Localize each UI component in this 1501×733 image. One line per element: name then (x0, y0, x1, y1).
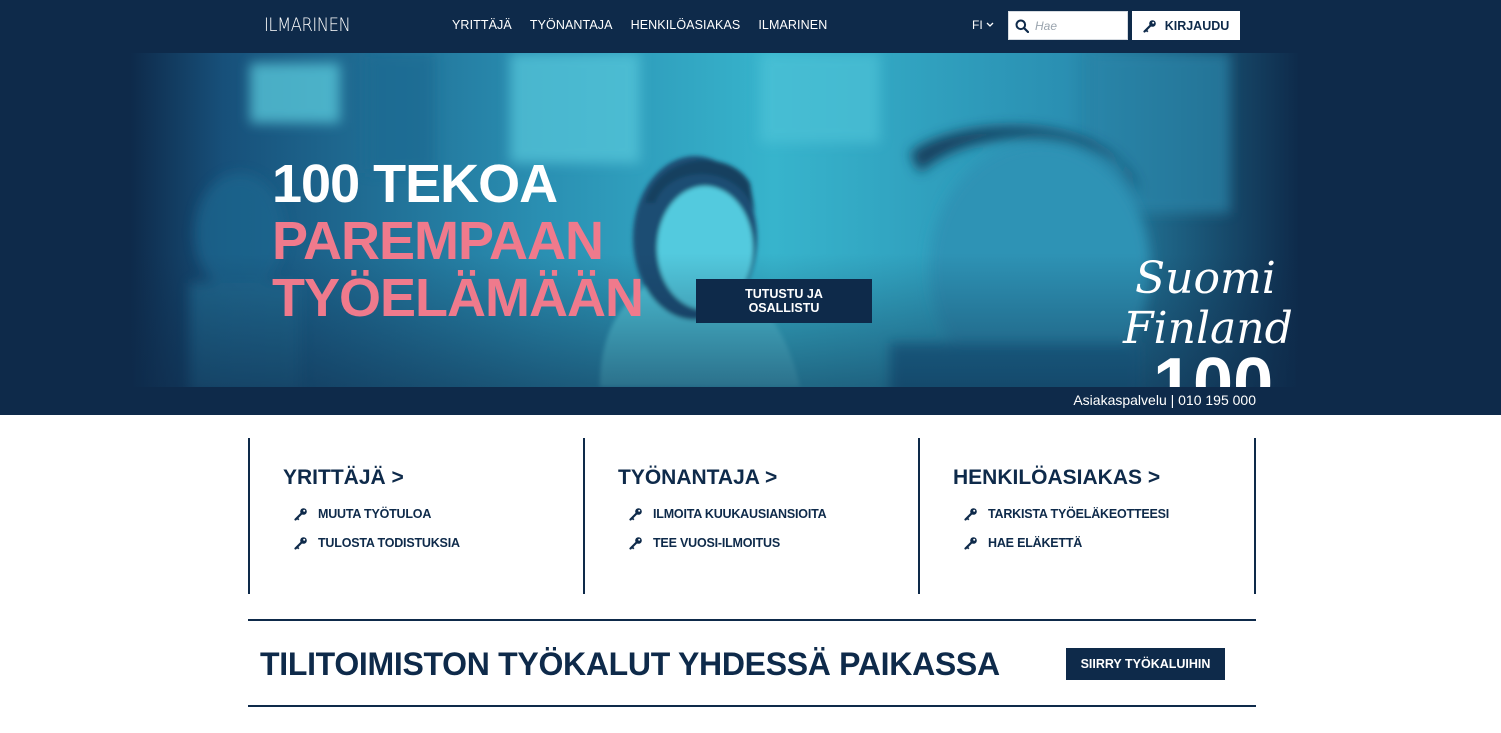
key-icon (964, 508, 977, 521)
column-tyonantaja: TYÖNANTAJA > ILMOITA KUUKAUSIANSIOITA TE… (583, 438, 918, 594)
link-label: TEE VUOSI-ILMOITUS (653, 536, 780, 550)
link-label: ILMOITA KUUKAUSIANSIOITA (653, 507, 827, 521)
hero-title-line3: TYÖELÄMÄÄN (272, 268, 644, 328)
link-label: TARKISTA TYÖELÄKEOTTEESI (988, 507, 1170, 521)
ilmarinen-logo[interactable]: ILMARINEN (264, 14, 351, 36)
accounting-tools-promo: TILITOIMISTON TYÖKALUT YHDESSÄ PAIKASSA … (248, 619, 1256, 707)
link-label: TULOSTA TODISTUKSIA (318, 536, 460, 550)
hero-title: 100 TEKOA PAREMPAAN TYÖELÄMÄÄN (272, 154, 644, 328)
column-henkiloasiakas: HENKILÖASIAKAS > TARKISTA TYÖELÄKEOTTEES… (918, 438, 1256, 594)
nav-item-henkiloasiakas[interactable]: HENKILÖASIAKAS (631, 18, 741, 32)
search-icon[interactable] (1009, 12, 1035, 39)
search-box (1008, 11, 1128, 40)
hero-footer-strip (0, 387, 1501, 415)
link-label: MUUTA TYÖTULOA (318, 507, 432, 521)
link-tulosta-todistuksia[interactable]: TULOSTA TODISTUKSIA (294, 536, 583, 550)
nav-item-ilmarinen[interactable]: ILMARINEN (758, 18, 827, 32)
hundred-text: 100 (1153, 344, 1273, 387)
column-yrittaja: YRITTÄJÄ > MUUTA TYÖTULOA TULOSTA TODIST… (248, 438, 583, 594)
link-label: HAE ELÄKETTÄ (988, 536, 1083, 550)
hero-banner: 100 TEKOA PAREMPAAN TYÖELÄMÄÄN TUTUSTU J… (0, 53, 1501, 415)
login-button[interactable]: KIRJAUDU (1132, 11, 1240, 40)
language-selector[interactable]: FI (972, 18, 994, 32)
link-ilmoita-kuukausiansioita[interactable]: ILMOITA KUUKAUSIANSIOITA (629, 507, 918, 521)
search-input[interactable] (1035, 13, 1123, 38)
key-icon (1143, 19, 1156, 33)
key-icon (629, 537, 642, 550)
go-to-tools-button[interactable]: SIIRRY TYÖKALUIHIN (1066, 648, 1225, 680)
key-icon (294, 508, 307, 521)
hero-cta-button[interactable]: TUTUSTU JA OSALLISTU (696, 279, 872, 323)
link-hae-elaketta[interactable]: HAE ELÄKETTÄ (964, 536, 1254, 550)
key-icon (629, 508, 642, 521)
column-title-henkiloasiakas[interactable]: HENKILÖASIAKAS > (953, 466, 1254, 490)
hero-cta-line2: OSALLISTU (748, 301, 820, 315)
link-muuta-tyotuloa[interactable]: MUUTA TYÖTULOA (294, 507, 583, 521)
suomi-finland-100-logo: Suomi Finland 100 (1115, 248, 1340, 387)
column-title-tyonantaja[interactable]: TYÖNANTAJA > (618, 466, 918, 490)
suomi-text: Suomi (1135, 253, 1276, 304)
hero-cta-line1: TUTUSTU JA (745, 287, 823, 301)
link-tarkista-tyoelakeotteesi[interactable]: TARKISTA TYÖELÄKEOTTEESI (964, 507, 1254, 521)
nav-item-yrittaja[interactable]: YRITTÄJÄ (452, 18, 512, 32)
chevron-down-icon (986, 22, 994, 27)
login-label: KIRJAUDU (1164, 18, 1230, 33)
promo-title: TILITOIMISTON TYÖKALUT YHDESSÄ PAIKASSA (260, 646, 1000, 682)
main-nav: YRITTÄJÄ TYÖNANTAJA HENKILÖASIAKAS ILMAR… (452, 18, 827, 32)
link-tee-vuosi-ilmoitus[interactable]: TEE VUOSI-ILMOITUS (629, 536, 918, 550)
key-icon (964, 537, 977, 550)
audience-columns: YRITTÄJÄ > MUUTA TYÖTULOA TULOSTA TODIST… (248, 438, 1256, 594)
hero-title-line2: PAREMPAAN (272, 211, 604, 271)
language-label: FI (972, 18, 983, 32)
top-bar: ILMARINEN YRITTÄJÄ TYÖNANTAJA HENKILÖASI… (0, 0, 1501, 53)
customer-service-phone[interactable]: Asiakaspalvelu | 010 195 000 (1073, 392, 1256, 408)
nav-item-tyonantaja[interactable]: TYÖNANTAJA (530, 18, 613, 32)
column-title-yrittaja[interactable]: YRITTÄJÄ > (283, 466, 583, 490)
hero-title-line1: 100 TEKOA (272, 154, 558, 214)
key-icon (294, 537, 307, 550)
